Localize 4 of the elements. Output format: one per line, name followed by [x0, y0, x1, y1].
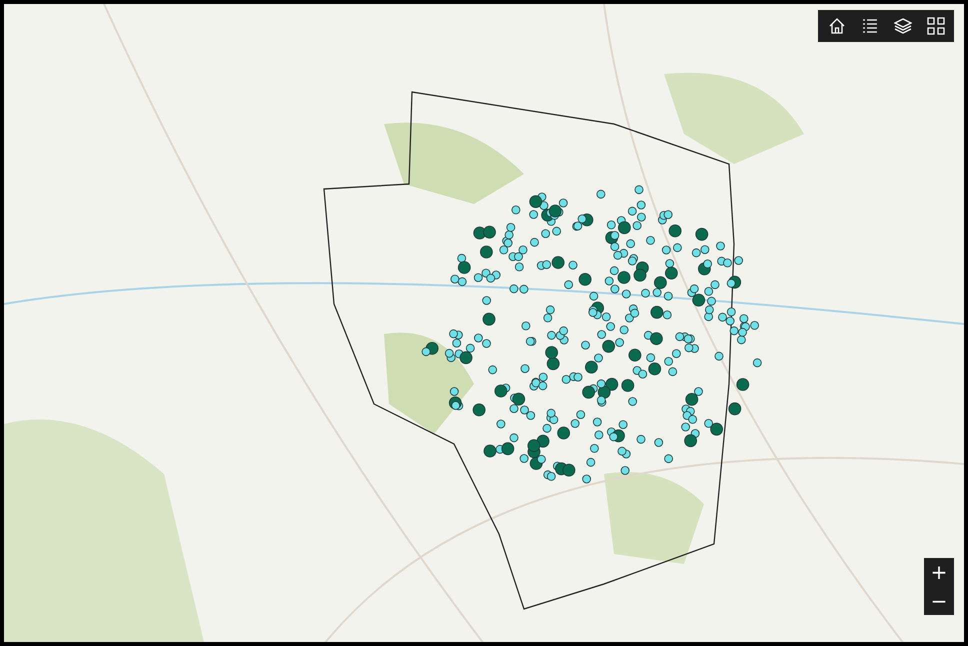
- home-icon: [828, 17, 846, 35]
- list-icon: [860, 17, 878, 35]
- layers-icon: [894, 17, 912, 35]
- grid-icon: [926, 17, 944, 35]
